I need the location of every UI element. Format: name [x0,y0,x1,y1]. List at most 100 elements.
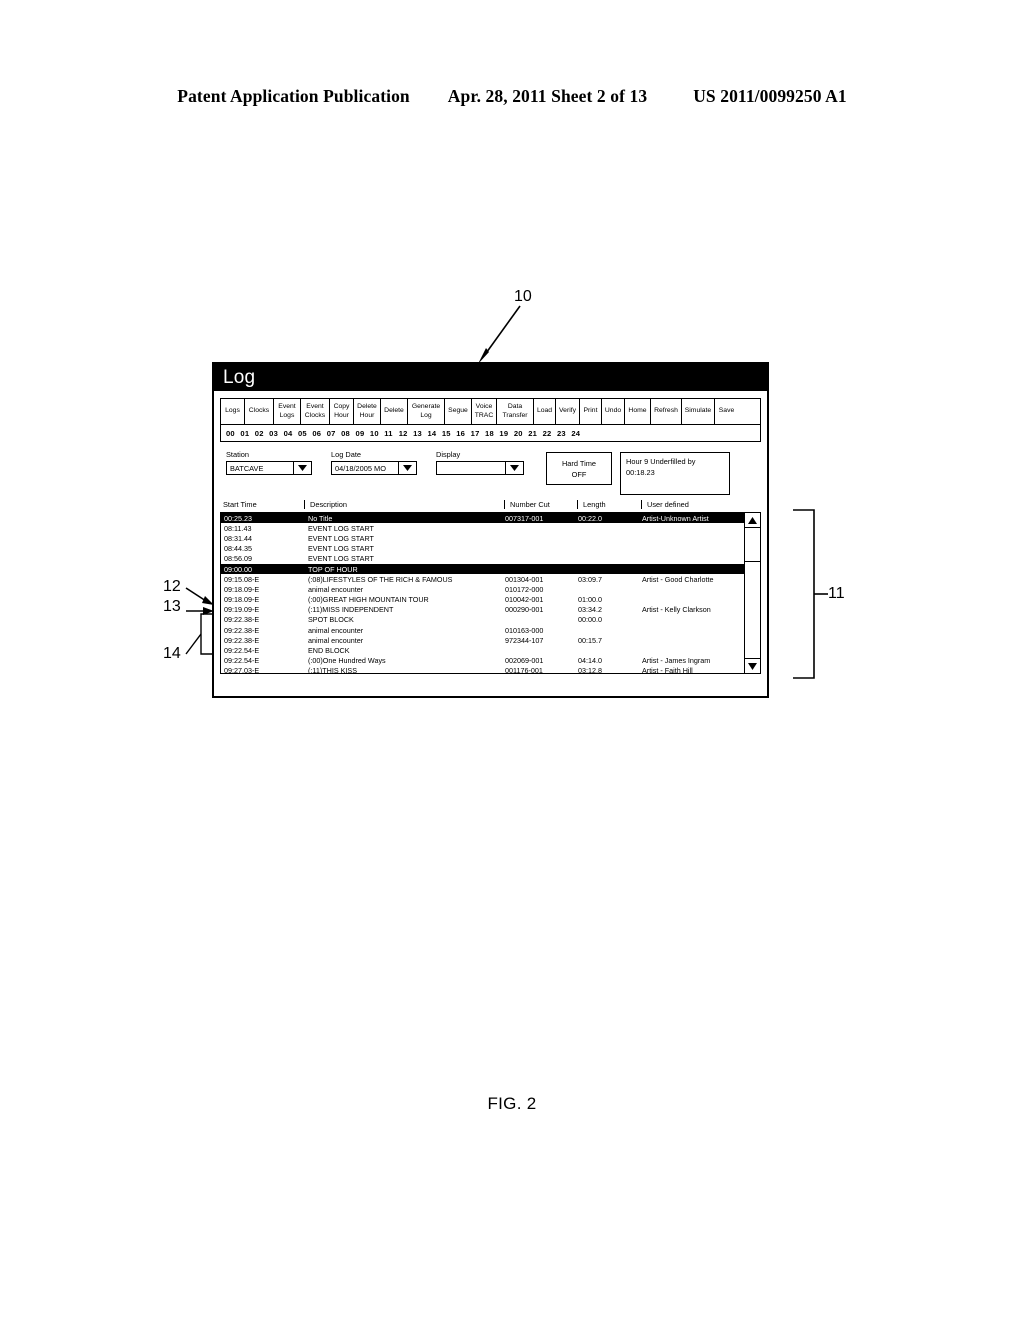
hour-cell-24[interactable]: 24 [571,429,585,438]
scrollbar-thumb[interactable] [745,528,760,562]
station-select[interactable]: BATCAVE [226,461,312,475]
hour-cell-05[interactable]: 05 [298,429,312,438]
underfill-status-box: Hour 9 Underfilled by 00:18.23 [620,452,730,495]
toolbar-button-generate-log[interactable]: Generate Log [408,399,445,424]
chevron-down-icon[interactable] [505,462,523,474]
column-header-user-defined[interactable]: User defined [641,500,761,509]
hour-cell-19[interactable]: 19 [499,429,513,438]
hour-cell-04[interactable]: 04 [284,429,298,438]
hard-time-toggle[interactable]: Hard Time OFF [546,452,612,485]
cell-start: 09:22.54-E [224,646,260,656]
column-header-length[interactable]: Length [577,500,641,509]
toolbar-button-event-logs[interactable]: Event Logs [274,399,301,424]
toolbar-button-logs[interactable]: Logs [221,399,245,424]
hour-cell-14[interactable]: 14 [427,429,441,438]
toolbar-button-data-transfer[interactable]: Data Transfer [497,399,534,424]
toolbar-button-voice-trac[interactable]: Voice TRAC [472,399,497,424]
table-row[interactable]: 08:11.43 EVENT LOG START [221,523,744,533]
cell-desc: animal encounter [308,584,364,594]
hour-cell-12[interactable]: 12 [399,429,413,438]
vertical-scrollbar[interactable] [745,513,760,673]
hard-time-state: OFF [571,469,587,479]
hour-cell-23[interactable]: 23 [557,429,571,438]
grid-header-row: Start Time Description Number Cut Length… [220,497,761,512]
hour-cell-16[interactable]: 16 [456,429,470,438]
scrollbar-track[interactable] [745,528,760,658]
toolbar-button-event-clocks[interactable]: Event Clocks [301,399,330,424]
cell-start: 08:31.44 [224,533,252,543]
table-row[interactable]: 08:56.09 EVENT LOG START [221,554,744,564]
cell-user: Artist-Unknown Artist [642,513,709,523]
chevron-down-icon[interactable] [293,462,311,474]
grid-rows-viewport[interactable]: 00:25.23 No Title 007317-001 00:22.0 Artist-… [221,513,745,673]
toolbar-button-load[interactable]: Load [534,399,556,424]
table-row[interactable]: 09:18.09-E (:00)GREAT HIGH MOUNTAIN TOUR 0… [221,595,744,605]
cell-user: Artist - James Ingram [642,656,711,666]
toolbar-button-refresh[interactable]: Refresh [651,399,682,424]
hour-cell-06[interactable]: 06 [312,429,326,438]
scroll-down-button[interactable] [745,658,760,673]
table-row[interactable]: 09:22.54-E END BLOCK [221,645,744,655]
toolbar-button-print[interactable]: Print [580,399,602,424]
hour-cell-18[interactable]: 18 [485,429,499,438]
window-title-bar: Log [214,364,767,391]
cell-user: Artist - Good Charlotte [642,574,714,584]
toolbar-button-verify[interactable]: Verify [556,399,580,424]
hour-cell-20[interactable]: 20 [514,429,528,438]
toolbar-button-delete-hour[interactable]: Delete Hour [354,399,381,424]
hour-cell-13[interactable]: 13 [413,429,427,438]
log-date-value: 04/18/2005 MO [335,463,386,473]
hour-cell-15[interactable]: 15 [442,429,456,438]
figure-caption: FIG. 2 [487,1094,537,1113]
hour-cell-01[interactable]: 01 [240,429,254,438]
toolbar-button-copy-hour[interactable]: Copy Hour [330,399,354,424]
table-row[interactable]: 00:25.23 No Title 007317-001 00:22.0 Artist-… [221,513,744,524]
table-row[interactable]: 09:00.00 TOP OF HOUR [221,563,744,575]
toolbar-button-delete[interactable]: Delete [381,399,408,424]
leader-line-10 [478,305,521,364]
table-row[interactable]: 09:22.54-E (:00)One Hundred Ways 002069-00… [221,656,744,666]
table-row[interactable]: 09:22.38-E SPOT BLOCK 00:00.0 [221,615,744,625]
column-header-number-cut[interactable]: Number Cut [504,500,577,509]
cell-desc: (:11)THIS KISS [308,666,357,673]
table-row[interactable]: 09:15.08-E (:08)LIFESTYLES OF THE RICH & … [221,574,744,584]
chevron-down-icon[interactable] [398,462,416,474]
hour-cell-09[interactable]: 09 [356,429,370,438]
display-select[interactable] [436,461,524,475]
table-row[interactable]: 09:22.38-E animal encounter 010163-000 [221,625,744,635]
table-row[interactable]: 09:22.38-E animal encounter 972344-107 00:1… [221,635,744,645]
hour-cell-02[interactable]: 02 [255,429,269,438]
hour-selector-row[interactable]: 00 01 02 03 04 05 06 07 08 09 10 11 12 13 14 15 16 17 18 19… [221,425,760,441]
table-row[interactable]: 09:18.09-E animal encounter 010172-000 [221,584,744,594]
hour-cell-17[interactable]: 17 [471,429,485,438]
hour-cell-03[interactable]: 03 [269,429,283,438]
cell-start: 09:27.03-E [224,666,260,673]
log-date-select[interactable]: 04/18/2005 MO [331,461,417,475]
hour-cell-11[interactable]: 11 [384,429,398,438]
toolbar-button-undo[interactable]: Undo [602,399,625,424]
hard-time-label: Hard Time [561,458,597,468]
table-row[interactable]: 09:27.03-E (:11)THIS KISS 001176-001 03:12.… [221,666,744,673]
cell-start: 09:22.38-E [224,625,260,635]
hour-cell-07[interactable]: 07 [327,429,341,438]
toolbar-button-simulate[interactable]: Simulate [682,399,715,424]
cell-len: 00:15.7 [578,635,602,645]
column-header-description[interactable]: Description [304,500,504,509]
log-date-label: Log Date [331,450,361,459]
cell-desc: No Title [308,513,333,523]
scroll-up-button[interactable] [745,513,760,528]
table-row[interactable]: 08:44.35 EVENT LOG START [221,544,744,554]
table-row[interactable]: 09:19.09-E (:11)MISS INDEPENDENT 000290-00… [221,605,744,615]
hour-cell-22[interactable]: 22 [543,429,557,438]
toolbar-button-clocks[interactable]: Clocks [245,399,274,424]
toolbar-button-save[interactable]: Save [715,399,738,424]
hour-cell-21[interactable]: 21 [528,429,542,438]
hour-cell-08[interactable]: 08 [341,429,355,438]
display-label: Display [436,450,461,459]
toolbar-button-segue[interactable]: Segue [445,399,472,424]
hour-cell-00[interactable]: 00 [226,429,240,438]
table-row[interactable]: 08:31.44 EVENT LOG START [221,533,744,543]
hour-cell-10[interactable]: 10 [370,429,384,438]
column-header-start-time[interactable]: Start Time [220,500,304,509]
toolbar-button-home[interactable]: Home [625,399,651,424]
